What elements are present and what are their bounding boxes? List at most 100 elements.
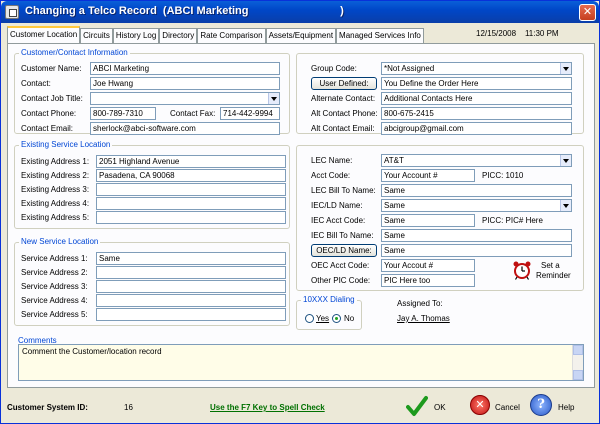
iec-acct-field[interactable]: Same [381,214,475,227]
cancel-button[interactable]: Cancel [495,403,520,412]
alt-contact-field[interactable]: Additional Contacts Here [381,92,572,105]
header-time: 11:30 PM [524,29,559,38]
group-info-group: Group Code: *Not Assigned User Defined: … [296,53,584,135]
tab-circuits[interactable]: Circuits [80,28,113,43]
system-id-value: 16 [124,403,133,412]
system-id-label: Customer System ID: [7,403,88,412]
contact-field[interactable]: Joe Hwang [90,77,280,90]
alt-email-field[interactable]: abcigroup@gmail.com [381,122,572,135]
service-address-3-field[interactable] [96,280,286,293]
email-field[interactable]: sherlock@abci-software.com [90,122,280,135]
oec-acct-label: OEC Acct Code: [311,261,370,270]
main-window: Changing a Telco Record (ABCI Marketing … [0,0,600,424]
user-defined-button[interactable]: User Defined: [311,77,377,90]
job-title-select[interactable] [90,92,280,105]
group-code-select[interactable]: *Not Assigned [381,62,572,75]
phone-field[interactable]: 800-789-7310 [90,107,156,120]
spell-check-link[interactable]: Use the F7 Key to Spell Check [210,403,325,412]
tab-history-log[interactable]: History Log [112,28,160,43]
reminder-label-2[interactable]: Reminder [536,271,571,280]
title-bar[interactable]: Changing a Telco Record (ABCI Marketing … [1,1,599,23]
reminder-label-1[interactable]: Set a [541,261,560,270]
existing-address-2-label: Existing Address 2: [21,171,90,180]
dialing-yes-radio[interactable] [305,314,314,323]
iec-acct-label: IEC Acct Code: [311,216,366,225]
header-date: 12/15/2008 [476,29,517,38]
phone-label: Contact Phone: [21,109,77,118]
help-icon[interactable]: ? [530,394,552,416]
service-address-2-field[interactable] [96,266,286,279]
picc-iec-label: PICC: PIC# Here [482,216,543,225]
comments-scrollbar[interactable] [572,345,583,380]
comments-textarea[interactable]: Comment the Customer/location record [18,344,584,381]
user-defined-field[interactable]: You Define the Order Here [381,77,572,90]
iec-name-label: IEC/LD Name: [311,201,363,210]
acct-code-field[interactable]: Your Account # [381,169,475,182]
job-title-label: Contact Job Title: [21,94,83,103]
contact-label: Contact: [21,79,51,88]
comments-text: Comment the Customer/location record [22,347,162,356]
lec-name-select[interactable]: AT&T [381,154,572,167]
app-icon [5,5,19,19]
existing-address-5-field[interactable] [96,211,286,224]
tab-panel: Customer/Contact Information Customer Na… [7,43,595,388]
existing-address-3-field[interactable] [96,183,286,196]
footer: Customer System ID: 16 Use the F7 Key to… [1,391,599,423]
tab-assets-equipment[interactable]: Assets/Equipment [265,28,337,43]
existing-address-1-label: Existing Address 1: [21,157,90,166]
checkmark-icon[interactable] [406,395,428,417]
dialing-no-radio[interactable] [332,314,341,323]
alt-phone-field[interactable]: 800-675-2415 [381,107,572,120]
tab-rate-comparison[interactable]: Rate Comparison [197,28,266,43]
lec-name-label: LEC Name: [311,156,353,165]
service-address-1-field[interactable]: Same [96,252,286,265]
service-address-5-field[interactable] [96,308,286,321]
existing-address-4-field[interactable] [96,197,286,210]
ok-button[interactable]: OK [434,403,446,412]
existing-address-3-label: Existing Address 3: [21,185,90,194]
tab-directory[interactable]: Directory [159,28,198,43]
close-button[interactable]: ✕ [579,4,596,21]
service-address-5-label: Service Address 5: [21,310,88,319]
chevron-down-icon[interactable] [268,93,279,104]
existing-address-5-label: Existing Address 5: [21,213,90,222]
group-label: Customer/Contact Information [19,48,130,57]
group-label: New Service Location [19,237,101,246]
dialing-yes-label[interactable]: Yes [316,314,329,323]
picc-label: PICC: 1010 [482,171,524,180]
tab-bar: Customer Location Circuits History Log D… [7,26,424,43]
scroll-up-icon[interactable] [573,345,583,355]
chevron-down-icon[interactable] [560,63,571,74]
help-button[interactable]: Help [558,403,574,412]
iec-bill-label: IEC Bill To Name: [311,231,374,240]
chevron-down-icon[interactable] [560,155,571,166]
email-label: Contact Email: [21,124,74,133]
iec-name-select[interactable]: Same [381,199,572,212]
oec-ld-name-button[interactable]: OEC/LD Name: [311,244,377,257]
lec-bill-field[interactable]: Same [381,184,572,197]
other-pic-field[interactable]: PIC Here too [381,274,475,287]
customer-name-field[interactable]: ABCI Marketing [90,62,280,75]
oec-name-field[interactable]: Same [381,244,572,257]
alarm-clock-icon[interactable] [512,260,532,280]
fax-field[interactable]: 714-442-9994 [220,107,280,120]
existing-address-2-field[interactable]: Pasadena, CA 90068 [96,169,286,182]
dialing-no-label[interactable]: No [344,314,354,323]
cancel-icon[interactable]: ✕ [470,395,490,415]
new-service-group: New Service Location Service Address 1: … [14,237,290,326]
chevron-down-icon[interactable] [560,200,571,211]
service-address-4-field[interactable] [96,294,286,307]
alt-phone-label: Alt Contact Phone: [311,109,378,118]
customer-contact-group: Customer/Contact Information Customer Na… [14,48,290,135]
group-code-label: Group Code: [311,64,357,73]
tab-managed-services[interactable]: Managed Services Info [336,28,424,43]
service-address-1-label: Service Address 1: [21,254,88,263]
service-address-3-label: Service Address 3: [21,282,88,291]
assigned-to-link[interactable]: Jay A. Thomas [397,314,450,323]
lec-bill-label: LEC Bill To Name: [311,186,376,195]
tab-customer-location[interactable]: Customer Location [7,26,81,43]
existing-address-1-field[interactable]: 2051 Highland Avenue [96,155,286,168]
iec-bill-field[interactable]: Same [381,229,572,242]
scroll-down-icon[interactable] [573,370,583,380]
oec-acct-field[interactable]: Your Accout # [381,259,475,272]
